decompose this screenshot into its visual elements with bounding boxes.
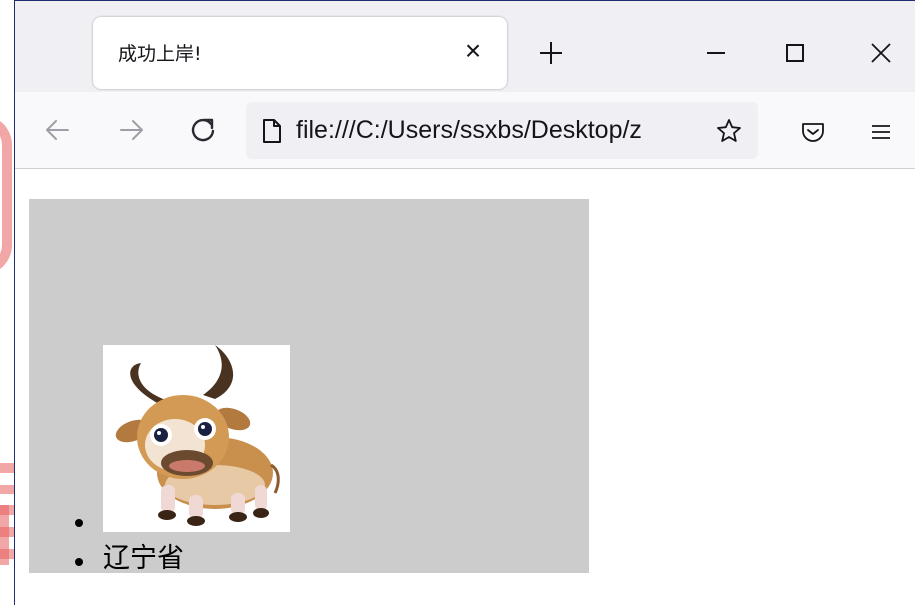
back-button[interactable] — [37, 110, 77, 150]
plus-icon — [540, 42, 562, 64]
pocket-icon — [802, 123, 824, 142]
list-item-text: 辽宁省 — [103, 543, 184, 573]
maximize-button[interactable] — [772, 31, 818, 75]
content-box: 辽宁省 — [29, 199, 589, 573]
tab-title: 成功上岸! — [118, 43, 202, 65]
url-text[interactable]: file:///C:/Users/ssxbs/Desktop/z — [296, 116, 701, 145]
pocket-button[interactable] — [793, 112, 833, 152]
tab-active[interactable]: 成功上岸! × — [93, 17, 507, 89]
bookmark-star-button[interactable] — [712, 114, 746, 148]
minimize-button[interactable] — [693, 31, 739, 75]
tab-close-button[interactable]: × — [453, 31, 493, 71]
minimize-icon — [707, 52, 725, 54]
forward-button[interactable] — [112, 110, 152, 150]
arrow-right-icon — [120, 120, 143, 140]
star-icon — [717, 119, 741, 142]
new-tab-button[interactable] — [529, 31, 573, 75]
reload-icon — [191, 118, 215, 142]
cow-image — [103, 345, 290, 532]
page-icon — [263, 119, 281, 143]
page-content: 辽宁省 — [15, 169, 915, 605]
arrow-left-icon — [46, 120, 69, 140]
browser-window: 成功上岸! × file:///C:/Users/ssxbs/Desktop/z… — [0, 0, 915, 605]
url-bar[interactable]: file:///C:/Users/ssxbs/Desktop/z — [246, 102, 758, 159]
app-menu-button[interactable] — [861, 112, 901, 152]
tab-strip: 成功上岸! × — [15, 1, 915, 92]
cow-illustration — [115, 345, 280, 526]
close-icon — [871, 43, 891, 63]
hamburger-menu-icon — [872, 125, 890, 139]
reload-button[interactable] — [183, 110, 223, 150]
window-close-button[interactable] — [858, 31, 904, 75]
list-bullet — [75, 558, 83, 566]
maximize-icon — [786, 44, 804, 62]
watermark-decoration — [0, 115, 12, 275]
navigation-bar: file:///C:/Users/ssxbs/Desktop/z — [15, 92, 915, 169]
list-bullet — [75, 519, 83, 527]
